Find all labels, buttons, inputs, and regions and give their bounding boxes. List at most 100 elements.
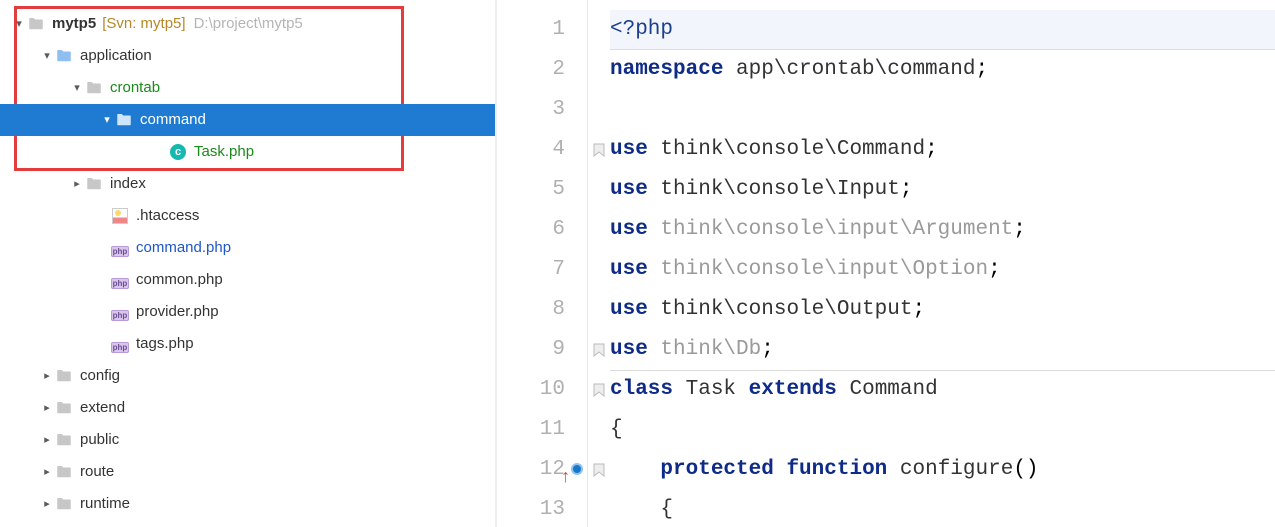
code-line[interactable]: use think\console\Output; bbox=[610, 290, 1275, 330]
chevron-down-icon[interactable]: ▾ bbox=[12, 8, 26, 40]
line-number: 10 bbox=[497, 370, 565, 410]
fold-handle bbox=[588, 490, 610, 527]
line-number: 1 bbox=[497, 10, 565, 50]
tree-row[interactable]: ▸route bbox=[0, 456, 495, 488]
code-line[interactable]: use think\Db; bbox=[610, 330, 1275, 370]
line-number: 7 bbox=[497, 250, 565, 290]
fold-handle bbox=[588, 50, 610, 90]
chevron-down-icon[interactable]: ▾ bbox=[100, 104, 114, 136]
code-line[interactable]: use think\console\input\Argument; bbox=[610, 210, 1275, 250]
line-number: 5 bbox=[497, 170, 565, 210]
code-line[interactable]: <?php bbox=[610, 10, 1275, 50]
tree-item-label: Task.php bbox=[194, 136, 254, 168]
tree-item-label: provider.php bbox=[136, 296, 219, 328]
tree-row[interactable]: ▸ thinkphp bbox=[0, 520, 495, 527]
folder-icon bbox=[84, 174, 104, 194]
fold-handle bbox=[588, 210, 610, 250]
tree-row[interactable]: .htaccess bbox=[0, 200, 495, 232]
fold-handle bbox=[588, 290, 610, 330]
tree-row[interactable]: ▾ crontab bbox=[0, 72, 495, 104]
tree-item-label: command.php bbox=[136, 232, 231, 264]
chevron-down-icon[interactable]: ▾ bbox=[40, 40, 54, 72]
vcs-info: [Svn: mytp5] bbox=[102, 8, 185, 40]
folder-icon bbox=[26, 14, 46, 34]
chevron-right-icon[interactable]: ▸ bbox=[40, 392, 54, 424]
php-file-icon: php bbox=[110, 270, 130, 290]
override-marker-icon[interactable] bbox=[571, 463, 583, 475]
chevron-right-icon[interactable]: ▸ bbox=[40, 456, 54, 488]
fold-handle bbox=[588, 170, 610, 210]
tree-row[interactable]: c Task.php bbox=[0, 136, 495, 168]
folder-icon bbox=[114, 110, 134, 130]
php-file-icon: php bbox=[110, 238, 130, 258]
tree-row[interactable]: ▸ index bbox=[0, 168, 495, 200]
code-line[interactable]: class Task extends Command bbox=[610, 370, 1275, 410]
tree-row[interactable]: php common.php bbox=[0, 264, 495, 296]
tree-row[interactable]: php provider.php bbox=[0, 296, 495, 328]
tree-item-label: public bbox=[80, 424, 119, 456]
tree-row[interactable]: ▸ extend bbox=[0, 392, 495, 424]
chevron-right-icon[interactable]: ▸ bbox=[70, 168, 84, 200]
fold-handle[interactable] bbox=[588, 370, 610, 410]
line-number: 2 bbox=[497, 50, 565, 90]
tree-row[interactable]: php command.php bbox=[0, 232, 495, 264]
chevron-right-icon[interactable]: ▸ bbox=[40, 360, 54, 392]
folder-icon bbox=[54, 46, 74, 66]
fold-handle[interactable] bbox=[588, 130, 610, 170]
class-file-icon: c bbox=[168, 142, 188, 162]
fold-handle[interactable] bbox=[588, 330, 610, 370]
php-file-icon: php bbox=[110, 334, 130, 354]
tree-item-label: thinkphp bbox=[80, 520, 137, 527]
chevron-right-icon[interactable]: ▸ bbox=[40, 520, 54, 527]
line-number: 3 bbox=[497, 90, 565, 130]
chevron-down-icon[interactable]: ▾ bbox=[70, 72, 84, 104]
tree-row[interactable]: ▾command bbox=[0, 104, 495, 136]
line-number: 13 bbox=[497, 490, 565, 527]
folder-icon bbox=[84, 78, 104, 98]
tree-row[interactable]: ▸ config bbox=[0, 360, 495, 392]
line-number: 4 bbox=[497, 130, 565, 170]
code-line[interactable]: { bbox=[610, 410, 1275, 450]
line-number: 12↑ bbox=[497, 450, 565, 490]
folder-icon bbox=[54, 430, 74, 450]
code-line[interactable]: use think\console\Input; bbox=[610, 170, 1275, 210]
folder-icon bbox=[54, 366, 74, 386]
tree-item-label: config bbox=[80, 360, 120, 392]
code-area[interactable]: <?phpnamespace app\crontab\command; use … bbox=[610, 0, 1275, 527]
code-line[interactable]: namespace app\crontab\command; bbox=[610, 50, 1275, 90]
line-number: 6 bbox=[497, 210, 565, 250]
php-file-icon: php bbox=[110, 302, 130, 322]
code-editor[interactable]: 123456789101112↑13 <?phpnamespace app\cr… bbox=[497, 0, 1275, 527]
htaccess-file-icon bbox=[110, 206, 130, 226]
tree-row[interactable]: ▸ public bbox=[0, 424, 495, 456]
tree-item-label: application bbox=[80, 40, 152, 72]
fold-gutter bbox=[588, 0, 610, 527]
fold-handle bbox=[588, 90, 610, 130]
code-line[interactable]: use think\console\input\Option; bbox=[610, 250, 1275, 290]
line-number: 9 bbox=[497, 330, 565, 370]
line-number: 8 bbox=[497, 290, 565, 330]
fold-handle bbox=[588, 250, 610, 290]
fold-handle bbox=[588, 410, 610, 450]
code-line[interactable] bbox=[610, 90, 1275, 130]
project-tree[interactable]: ▾mytp5[Svn: mytp5]D:\project\mytp5▾appli… bbox=[0, 0, 497, 527]
tree-item-label: extend bbox=[80, 392, 125, 424]
chevron-right-icon[interactable]: ▸ bbox=[40, 488, 54, 520]
tree-row[interactable]: phptags.php bbox=[0, 328, 495, 360]
tree-row[interactable]: ▾mytp5[Svn: mytp5]D:\project\mytp5 bbox=[0, 8, 495, 40]
tree-item-label: mytp5 bbox=[52, 8, 96, 40]
line-number: 11 bbox=[497, 410, 565, 450]
folder-icon bbox=[54, 398, 74, 418]
fold-handle bbox=[588, 10, 610, 50]
tree-item-label: common.php bbox=[136, 264, 223, 296]
chevron-right-icon[interactable]: ▸ bbox=[40, 424, 54, 456]
code-line[interactable]: use think\console\Command; bbox=[610, 130, 1275, 170]
code-line[interactable]: protected function configure() bbox=[610, 450, 1275, 490]
fold-handle[interactable] bbox=[588, 450, 610, 490]
tree-row[interactable]: ▸runtime bbox=[0, 488, 495, 520]
tree-row[interactable]: ▾ application bbox=[0, 40, 495, 72]
folder-icon bbox=[54, 494, 74, 514]
tree-item-label: crontab bbox=[110, 72, 160, 104]
code-line[interactable]: { bbox=[610, 490, 1275, 527]
tree-item-label: index bbox=[110, 168, 146, 200]
